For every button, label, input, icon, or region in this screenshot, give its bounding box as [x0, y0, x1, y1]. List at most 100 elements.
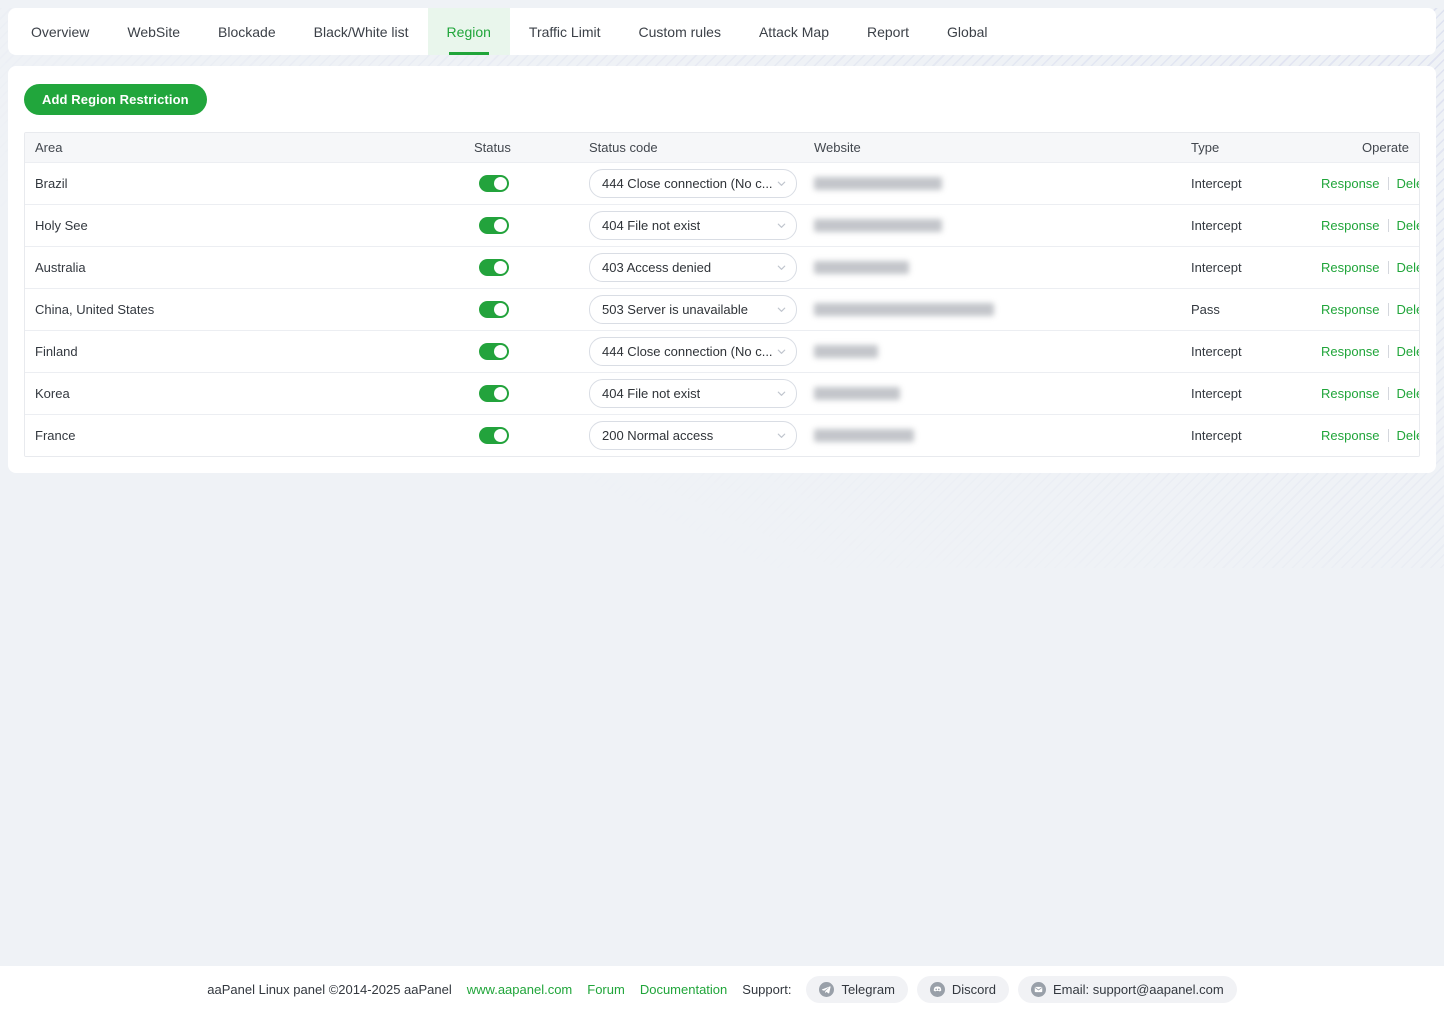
redacted-website-value	[814, 387, 900, 400]
email-icon	[1031, 982, 1046, 997]
forum-link[interactable]: Forum	[587, 982, 625, 997]
status-code-cell: 444 Close connection (No c...	[579, 337, 804, 366]
header-website: Website	[804, 140, 1181, 155]
discord-icon	[930, 982, 945, 997]
status-toggle[interactable]	[479, 175, 509, 192]
chevron-down-icon	[776, 388, 787, 399]
tab-region[interactable]: Region	[428, 8, 510, 55]
chevron-down-icon	[776, 220, 787, 231]
discord-badge[interactable]: Discord	[917, 976, 1009, 1003]
header-operate: Operate	[1311, 140, 1419, 155]
response-link[interactable]: Response	[1321, 302, 1380, 317]
status-code-cell: 404 File not exist	[579, 379, 804, 408]
website-cell	[804, 177, 1181, 190]
operate-cell: Response Delete	[1311, 428, 1420, 443]
firewall-tab-bar: Overview WebSite Blockade Black/White li…	[8, 8, 1436, 55]
operate-divider	[1388, 429, 1389, 442]
aapanel-site-link[interactable]: www.aapanel.com	[467, 982, 573, 997]
header-status-code: Status code	[579, 140, 804, 155]
response-link[interactable]: Response	[1321, 176, 1380, 191]
email-badge[interactable]: Email: support@aapanel.com	[1018, 976, 1237, 1003]
table-row: China, United States 503 Server is unava…	[25, 288, 1419, 330]
tab-black-white-list[interactable]: Black/White list	[295, 8, 428, 55]
delete-link[interactable]: Delete	[1397, 302, 1420, 317]
delete-link[interactable]: Delete	[1397, 260, 1420, 275]
type-cell: Intercept	[1181, 260, 1311, 275]
operate-cell: Response Delete	[1311, 302, 1420, 317]
redacted-website-value	[814, 345, 878, 358]
toggle-knob	[494, 177, 507, 190]
documentation-link[interactable]: Documentation	[640, 982, 727, 997]
tab-custom-rules[interactable]: Custom rules	[620, 8, 740, 55]
delete-link[interactable]: Delete	[1397, 386, 1420, 401]
table-row: Australia 403 Access denied Intercept Re…	[25, 246, 1419, 288]
response-link[interactable]: Response	[1321, 344, 1380, 359]
operate-divider	[1388, 345, 1389, 358]
status-code-select[interactable]: 503 Server is unavailable	[589, 295, 797, 324]
status-toggle[interactable]	[479, 385, 509, 402]
tab-website[interactable]: WebSite	[108, 8, 199, 55]
area-cell: Brazil	[25, 176, 464, 191]
status-code-select[interactable]: 403 Access denied	[589, 253, 797, 282]
status-toggle[interactable]	[479, 343, 509, 360]
support-label: Support:	[742, 982, 791, 997]
status-toggle[interactable]	[479, 427, 509, 444]
table-row: Finland 444 Close connection (No c... In…	[25, 330, 1419, 372]
status-code-select[interactable]: 404 File not exist	[589, 379, 797, 408]
response-link[interactable]: Response	[1321, 218, 1380, 233]
redacted-website-value	[814, 177, 942, 190]
status-toggle[interactable]	[479, 217, 509, 234]
toggle-knob	[494, 219, 507, 232]
status-code-cell: 503 Server is unavailable	[579, 295, 804, 324]
chevron-down-icon	[776, 178, 787, 189]
operate-divider	[1388, 303, 1389, 316]
toggle-knob	[494, 429, 507, 442]
email-badge-label: Email: support@aapanel.com	[1053, 982, 1224, 997]
toggle-knob	[494, 303, 507, 316]
area-cell: Korea	[25, 386, 464, 401]
website-cell	[804, 345, 1181, 358]
chevron-down-icon	[776, 346, 787, 357]
add-region-restriction-button[interactable]: Add Region Restriction	[24, 84, 207, 115]
operate-divider	[1388, 219, 1389, 232]
delete-link[interactable]: Delete	[1397, 218, 1420, 233]
area-cell: France	[25, 428, 464, 443]
response-link[interactable]: Response	[1321, 386, 1380, 401]
operate-divider	[1388, 177, 1389, 190]
status-cell	[464, 175, 579, 192]
status-cell	[464, 343, 579, 360]
status-code-select[interactable]: 404 File not exist	[589, 211, 797, 240]
delete-link[interactable]: Delete	[1397, 344, 1420, 359]
delete-link[interactable]: Delete	[1397, 176, 1420, 191]
tab-blockade[interactable]: Blockade	[199, 8, 295, 55]
tab-traffic-limit[interactable]: Traffic Limit	[510, 8, 620, 55]
tab-attack-map[interactable]: Attack Map	[740, 8, 848, 55]
status-cell	[464, 259, 579, 276]
delete-link[interactable]: Delete	[1397, 428, 1420, 443]
status-cell	[464, 217, 579, 234]
area-cell: Finland	[25, 344, 464, 359]
tab-overview[interactable]: Overview	[12, 8, 108, 55]
table-row: Korea 404 File not exist Intercept Respo…	[25, 372, 1419, 414]
chevron-down-icon	[776, 304, 787, 315]
status-toggle[interactable]	[479, 301, 509, 318]
header-area: Area	[25, 140, 464, 155]
table-header-row: Area Status Status code Website Type Ope…	[25, 133, 1419, 162]
tab-global[interactable]: Global	[928, 8, 1006, 55]
response-link[interactable]: Response	[1321, 260, 1380, 275]
response-link[interactable]: Response	[1321, 428, 1380, 443]
operate-cell: Response Delete	[1311, 386, 1420, 401]
redacted-website-value	[814, 303, 994, 316]
status-code-select[interactable]: 444 Close connection (No c...	[589, 169, 797, 198]
page-footer: aaPanel Linux panel ©2014-2025 aaPanel w…	[0, 966, 1444, 1012]
website-cell	[804, 219, 1181, 232]
status-code-cell: 444 Close connection (No c...	[579, 169, 804, 198]
status-code-select[interactable]: 200 Normal access	[589, 421, 797, 450]
telegram-badge-label: Telegram	[841, 982, 894, 997]
region-table: Area Status Status code Website Type Ope…	[24, 132, 1420, 457]
status-toggle[interactable]	[479, 259, 509, 276]
tab-report[interactable]: Report	[848, 8, 928, 55]
status-code-select[interactable]: 444 Close connection (No c...	[589, 337, 797, 366]
telegram-badge[interactable]: Telegram	[806, 976, 907, 1003]
operate-cell: Response Delete	[1311, 260, 1420, 275]
